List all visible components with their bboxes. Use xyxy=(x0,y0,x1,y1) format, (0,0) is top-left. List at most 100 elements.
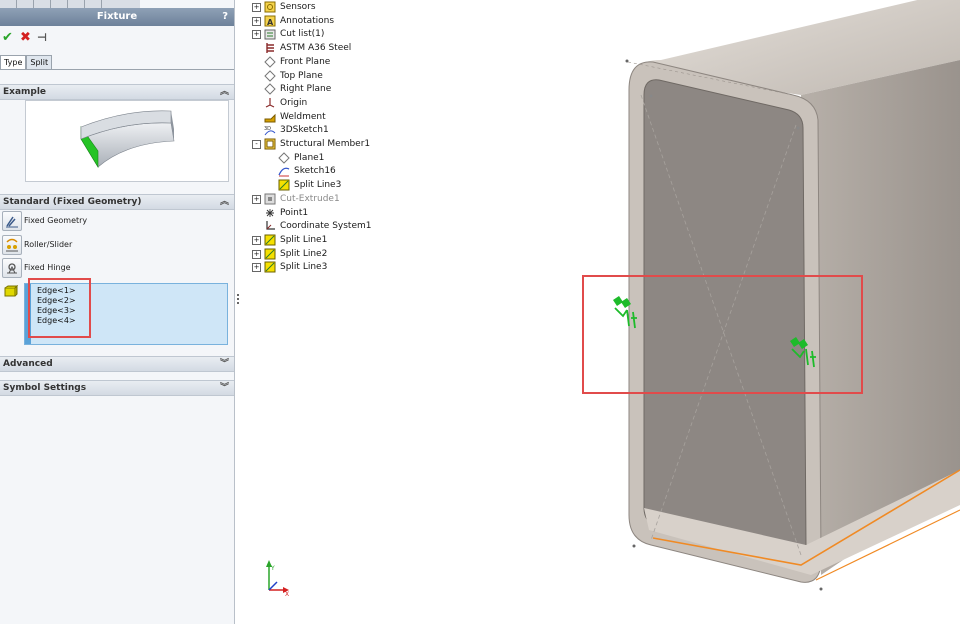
fixed-hinge-option[interactable]: Fixed Hinge xyxy=(2,258,202,278)
ok-cancel-row: ✔ ✖ ⊣ xyxy=(0,30,234,46)
tree-node-label: Point1 xyxy=(280,207,309,218)
panel-title: Fixture ? xyxy=(0,8,234,26)
expand-icon[interactable]: + xyxy=(252,30,261,40)
tree-node-label: Annotations xyxy=(280,15,335,26)
collapse-icon[interactable]: - xyxy=(252,140,261,149)
tree-node-label: Sketch16 xyxy=(294,166,336,177)
fixed-geometry-label: Fixed Geometry xyxy=(24,216,88,225)
expand-icon[interactable]: ︾ xyxy=(220,357,229,371)
pushpin-icon[interactable]: ⊣ xyxy=(37,30,47,46)
fixed-geometry-option[interactable]: Fixed Geometry xyxy=(2,211,202,231)
collapse-icon[interactable]: ︽ xyxy=(220,195,229,209)
fixture-tabs: Type Split xyxy=(0,55,53,70)
expand-icon[interactable]: + xyxy=(252,16,261,26)
example-preview xyxy=(25,100,229,182)
tree-node-label: ASTM A36 Steel xyxy=(280,43,352,54)
roller-slider-icon[interactable] xyxy=(2,235,22,255)
tree-node-label: Weldment xyxy=(280,111,326,122)
plane-icon xyxy=(264,83,276,95)
plane-icon xyxy=(278,151,290,164)
tree-node-label: Cut-Extrude1 xyxy=(280,193,340,204)
cutlist-icon xyxy=(264,28,276,40)
tree-node-label: Cut list(1) xyxy=(280,29,325,40)
tree-node-label: Top Plane xyxy=(280,70,323,81)
splitline-icon xyxy=(264,248,276,260)
tree-node-label: 3DSketch1 xyxy=(280,125,329,136)
expand-icon[interactable]: + xyxy=(252,263,261,273)
collapse-icon[interactable]: ︽ xyxy=(220,85,229,99)
tree-node-label: Coordinate System1 xyxy=(280,221,372,232)
sketch-point[interactable] xyxy=(819,587,823,591)
sketch-icon xyxy=(278,165,290,177)
expand-icon[interactable]: + xyxy=(252,235,261,245)
highlight-box-edges xyxy=(28,278,91,338)
property-manager-panel: Fixture ? ✔ ✖ ⊣ Type Split Example ︽ Stan… xyxy=(0,0,235,624)
annotation-icon: A xyxy=(264,15,276,27)
material-icon xyxy=(264,42,276,54)
tree-node-label: Origin xyxy=(280,97,308,108)
sketch-point[interactable] xyxy=(625,59,629,63)
standard-section-header[interactable]: Standard (Fixed Geometry) ︽ xyxy=(0,194,234,210)
expand-icon[interactable]: + xyxy=(252,249,261,259)
help-button[interactable]: ? xyxy=(222,8,228,26)
config-manager-tab[interactable] xyxy=(34,0,51,8)
splitline-icon xyxy=(264,261,276,273)
tab-type[interactable]: Type xyxy=(0,55,27,70)
svg-text:X: X xyxy=(285,591,289,598)
dim-expert-tab[interactable] xyxy=(51,0,68,8)
advanced-section-header[interactable]: Advanced ︾ xyxy=(0,356,234,372)
roller-slider-label: Roller/Slider xyxy=(24,240,73,249)
appearance-tab[interactable] xyxy=(85,0,102,8)
svg-text:A: A xyxy=(267,18,274,27)
example-section-header[interactable]: Example ︽ xyxy=(0,84,234,100)
expand-icon[interactable]: ︾ xyxy=(220,381,229,395)
point-icon xyxy=(264,207,276,219)
curved-block-preview-image xyxy=(80,110,175,169)
cancel-icon[interactable]: ✖ xyxy=(20,30,31,46)
sketch-point[interactable] xyxy=(649,94,653,98)
graphics-viewport[interactable]: Y X xyxy=(241,0,960,624)
tab-split[interactable]: Split xyxy=(26,55,53,70)
splitline-icon xyxy=(264,234,276,246)
coordinate-system-icon xyxy=(264,220,276,232)
tree-node-label: Sensors xyxy=(280,2,316,12)
tree-node-label: Split Line1 xyxy=(280,234,328,245)
symbol-settings-section-header[interactable]: Symbol Settings ︾ xyxy=(0,380,234,396)
feature-manager-tab[interactable] xyxy=(0,0,17,8)
tree-node-label: Split Line3 xyxy=(294,180,342,191)
fixed-hinge-icon[interactable] xyxy=(2,258,22,278)
fixed-geometry-icon[interactable] xyxy=(2,211,22,231)
sketch-point[interactable] xyxy=(796,126,800,130)
coordinate-triad-icon: Y X xyxy=(266,560,289,598)
sensor-icon xyxy=(264,1,276,13)
tree-node-label: Split Line3 xyxy=(280,262,328,273)
weldment-icon xyxy=(264,111,276,123)
simulation-tab[interactable] xyxy=(68,0,85,8)
tree-node-label: Right Plane xyxy=(280,84,332,95)
fixed-hinge-label: Fixed Hinge xyxy=(24,263,71,272)
tree-node-label: Split Line2 xyxy=(280,248,328,259)
tree-node-label: Front Plane xyxy=(280,56,331,67)
advanced-section-label: Advanced xyxy=(3,359,53,369)
roller-slider-option[interactable]: Roller/Slider xyxy=(2,235,202,255)
sketch-point[interactable] xyxy=(632,544,636,548)
tree-node-label: Structural Member1 xyxy=(280,139,371,149)
tab-divider xyxy=(0,69,234,70)
origin-icon xyxy=(264,97,276,109)
splitline-icon xyxy=(278,179,290,191)
manager-tab-strip[interactable] xyxy=(0,0,140,8)
standard-section-label: Standard (Fixed Geometry) xyxy=(3,197,142,207)
cut-extrude-icon xyxy=(264,193,276,205)
expand-icon[interactable]: + xyxy=(252,194,261,204)
edge-selection-icon xyxy=(4,284,19,297)
ok-icon[interactable]: ✔ xyxy=(2,30,13,46)
sketch3d-icon: 3D xyxy=(264,124,276,136)
expand-icon[interactable]: + xyxy=(252,3,261,12)
panel-title-text: Fixture xyxy=(96,11,138,22)
plane-icon xyxy=(264,69,276,82)
structural-member-icon xyxy=(264,138,276,150)
symbol-settings-section-label: Symbol Settings xyxy=(3,383,87,393)
plane-icon xyxy=(264,56,276,68)
svg-text:Y: Y xyxy=(270,565,275,572)
property-manager-tab[interactable] xyxy=(17,0,34,8)
